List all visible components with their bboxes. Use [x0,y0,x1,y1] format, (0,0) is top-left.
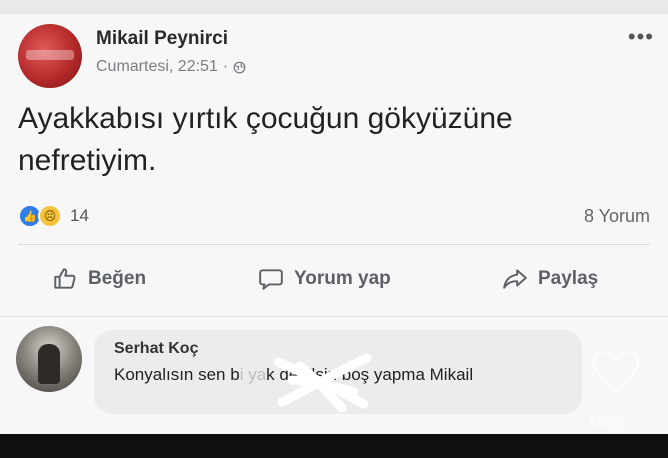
sad-reaction-icon: ☹ [38,204,62,228]
bottom-bar [0,434,668,458]
post-text: Ayakkabısı yırtık çocuğun gökyüzüne nefr… [18,102,513,177]
globe-icon [233,61,246,73]
comment-text-hidden: i ya [239,365,267,384]
top-edge [0,0,668,14]
thumbs-up-icon [54,268,76,289]
commenter-name[interactable]: Serhat Koç [114,340,198,358]
heart-react-icon[interactable] [590,350,642,394]
meta-separator: · [222,58,229,75]
share-button[interactable]: Paylaş [502,266,598,292]
post-meta: Cumartesi, 22:51 · [96,58,246,76]
avatar-figure [38,344,60,384]
author-name[interactable]: Mikail Peynirci [96,28,228,50]
share-label: Paylaş [538,268,599,289]
comment-bubble-icon [259,269,283,290]
commenter-avatar[interactable] [16,326,82,392]
overlay-like-label[interactable]: Beğe [590,414,629,432]
like-button[interactable]: Beğen [52,266,146,292]
divider [0,316,668,317]
comment-count-link[interactable]: 8 Yorum [584,206,650,227]
share-arrow-icon [503,269,527,289]
reaction-summary[interactable]: 👍 ☹ 14 [18,204,89,228]
divider [18,244,650,245]
like-label: Beğen [88,268,147,289]
more-options-icon[interactable]: ••• [628,26,654,48]
redaction-scribble [273,353,372,412]
comment-button[interactable]: Yorum yap [258,266,391,292]
comment-text-part: Konyalısın sen b [114,365,240,384]
reaction-count: 14 [70,206,89,225]
author-avatar[interactable] [18,24,82,88]
timestamp[interactable]: Cumartesi, 22:51 [96,58,218,76]
avatar-detail [26,50,74,60]
comment-label: Yorum yap [294,268,391,289]
post-card: Mikail Peynirci Cumartesi, 22:51 · ••• A… [0,0,668,434]
